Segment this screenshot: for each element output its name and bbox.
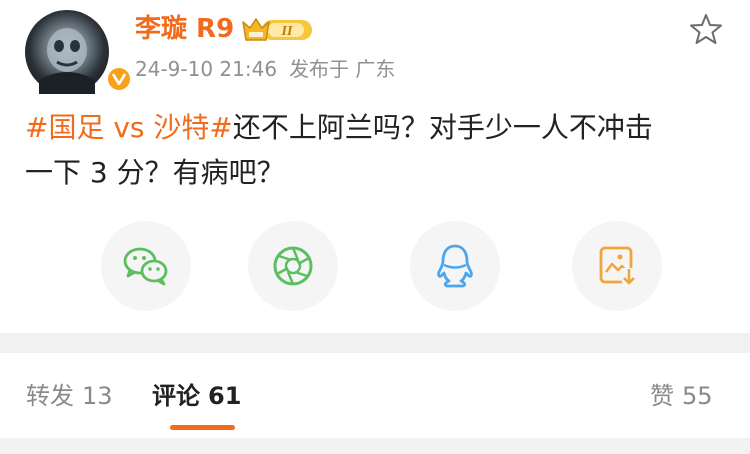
share-qq-button[interactable] <box>410 221 500 311</box>
tab-like-label: 赞 <box>650 382 674 410</box>
vip-level-badge: II <box>240 14 314 48</box>
favorite-star-icon[interactable] <box>689 12 723 50</box>
post-text-line1: 还不上阿兰吗？对手少一人不冲击 <box>232 111 653 144</box>
avatar[interactable] <box>25 10 133 94</box>
tab-repost-label: 转发 <box>26 382 74 410</box>
tab-repost-count: 13 <box>82 382 113 410</box>
active-tab-indicator <box>170 425 235 430</box>
moments-icon <box>273 246 313 286</box>
post-text-line2: 一下 3 分？有病吧？ <box>25 156 285 189</box>
post-text: #国足 vs 沙特#还不上阿兰吗？对手少一人不冲击 一下 3 分？有病吧？ <box>25 105 725 195</box>
save-image-button[interactable] <box>572 221 662 311</box>
post-date: 24-9-10 21:46 <box>135 57 278 81</box>
section-divider <box>0 333 750 353</box>
post-meta: 24-9-10 21:46 发布于 广东 <box>135 56 395 82</box>
wechat-icon <box>123 247 168 286</box>
qq-icon <box>437 244 473 288</box>
level-badge-label: II <box>281 24 293 39</box>
hashtag-link[interactable]: #国足 vs 沙特# <box>25 111 233 144</box>
username[interactable]: 李璇 R9 <box>135 12 234 46</box>
avatar-image <box>39 28 95 94</box>
tab-comment[interactable]: 评论 61 <box>152 380 241 412</box>
share-moments-button[interactable] <box>248 221 338 311</box>
share-wechat-button[interactable] <box>101 221 191 311</box>
tab-repost[interactable]: 转发 13 <box>26 380 113 412</box>
tab-like[interactable]: 赞 55 <box>650 380 713 412</box>
tab-comment-count: 61 <box>208 382 242 410</box>
post-source: 发布于 广东 <box>289 57 396 81</box>
tab-like-count: 55 <box>682 382 713 410</box>
verified-badge-icon <box>105 65 133 93</box>
save-image-icon <box>599 246 636 286</box>
bottom-divider <box>0 438 750 454</box>
tab-comment-label: 评论 <box>152 382 200 410</box>
